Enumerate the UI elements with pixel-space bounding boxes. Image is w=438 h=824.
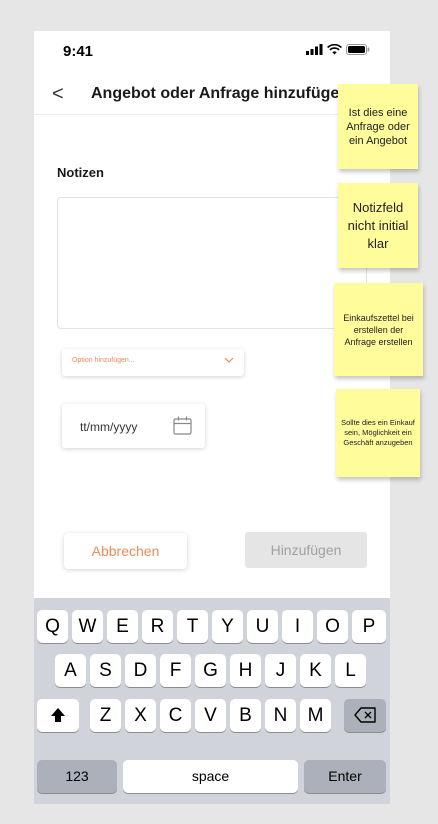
key-w[interactable]: W <box>72 610 103 643</box>
space-key[interactable]: space <box>123 760 298 793</box>
notes-label: Notizen <box>57 165 104 180</box>
key-j[interactable]: J <box>265 654 296 687</box>
option-placeholder: Option hinzufügen... <box>72 357 135 364</box>
nav-bar: < Angebot oder Anfrage hinzufügen <box>34 79 390 115</box>
key-n[interactable]: N <box>265 699 296 732</box>
key-a[interactable]: A <box>55 654 86 687</box>
key-v[interactable]: V <box>195 699 226 732</box>
wifi-icon <box>327 44 342 55</box>
cancel-button[interactable]: Abbrechen <box>64 533 187 569</box>
keyboard: Q W E R T Y U I O P A S D F G H J K L Z … <box>34 598 390 804</box>
key-z[interactable]: Z <box>90 699 121 732</box>
sticky-note-offer-request: Ist dies eine Anfrage oder ein Angebot <box>338 84 418 169</box>
key-y[interactable]: Y <box>212 610 243 643</box>
calendar-icon[interactable] <box>173 416 192 435</box>
sticky-note-notes-field: Notizfeld nicht initial klar <box>338 183 418 268</box>
key-r[interactable]: R <box>142 610 173 643</box>
sticky-note-shopping-list: Einkaufszettel bei erstellen der Anfrage… <box>334 283 423 376</box>
key-c[interactable]: C <box>160 699 191 732</box>
key-g[interactable]: G <box>195 654 226 687</box>
key-m[interactable]: M <box>300 699 331 732</box>
backspace-icon <box>354 707 376 723</box>
backspace-key[interactable] <box>344 699 386 732</box>
key-u[interactable]: U <box>247 610 278 643</box>
key-l[interactable]: L <box>335 654 366 687</box>
option-dropdown[interactable]: Option hinzufügen... <box>62 349 244 376</box>
sticky-note-shop: Sollte dies ein Einkauf sein, Möglichkei… <box>336 389 420 477</box>
status-icons <box>306 44 370 55</box>
key-t[interactable]: T <box>177 610 208 643</box>
page-title: Angebot oder Anfrage hinzufügen <box>91 85 350 102</box>
key-e[interactable]: E <box>107 610 138 643</box>
battery-icon <box>346 44 370 55</box>
key-o[interactable]: O <box>317 610 348 643</box>
date-placeholder: tt/mm/yyyy <box>80 420 138 434</box>
key-s[interactable]: S <box>90 654 121 687</box>
key-k[interactable]: K <box>300 654 331 687</box>
key-d[interactable]: D <box>125 654 156 687</box>
chevron-down-icon <box>224 357 234 363</box>
shift-icon <box>51 708 65 722</box>
status-time: 9:41 <box>63 43 94 60</box>
enter-key[interactable]: Enter <box>304 760 386 793</box>
add-button[interactable]: Hinzufügen <box>245 532 367 568</box>
key-h[interactable]: H <box>230 654 261 687</box>
key-f[interactable]: F <box>160 654 191 687</box>
key-p[interactable]: P <box>352 610 386 643</box>
numbers-key[interactable]: 123 <box>37 760 117 793</box>
date-input[interactable]: tt/mm/yyyy <box>62 404 205 448</box>
signal-icon <box>306 44 323 55</box>
key-b[interactable]: B <box>230 699 261 732</box>
back-chevron-icon[interactable]: < <box>52 83 64 106</box>
key-i[interactable]: I <box>282 610 313 643</box>
key-q[interactable]: Q <box>37 610 68 643</box>
status-bar: 9:41 <box>34 31 390 69</box>
shift-key[interactable] <box>37 699 79 732</box>
key-x[interactable]: X <box>125 699 156 732</box>
notes-field[interactable] <box>57 197 367 329</box>
